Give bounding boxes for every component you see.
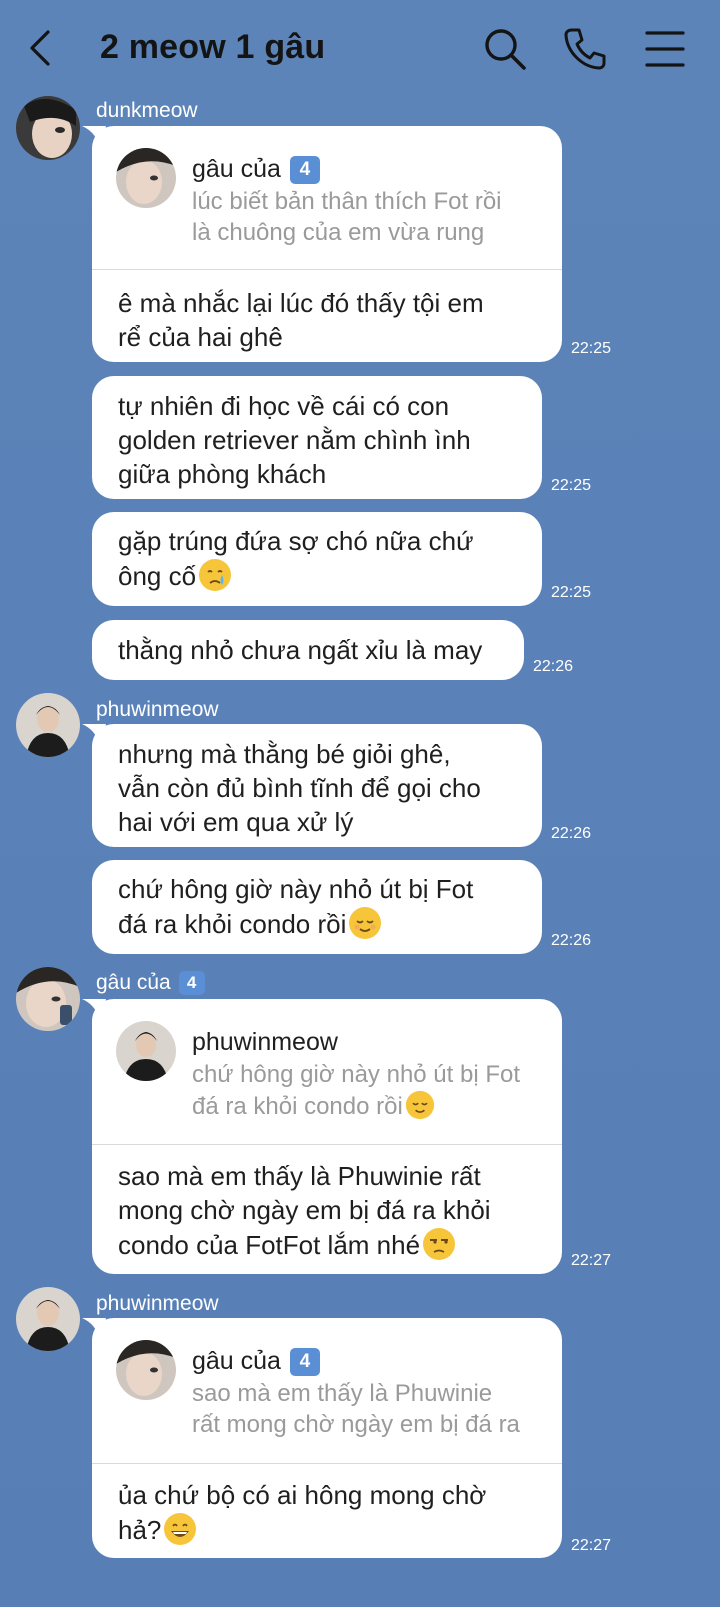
quote-sender: gâu của 4	[192, 152, 320, 186]
message-text: thằng nhỏ chưa ngất xỉu là may	[118, 635, 483, 665]
quote-text: chứ hông giờ này nhỏ út bị Fot đá ra khỏ…	[192, 1061, 521, 1120]
message-bubble[interactable]: thằng nhỏ chưa ngất xỉu là may	[92, 620, 524, 680]
avatar-phuwinmeow[interactable]	[16, 693, 80, 757]
quote-avatar	[116, 1021, 176, 1081]
grinning-face-emoji	[164, 1513, 197, 1545]
message-bubble[interactable]: gâu của 4 sao mà em thấy là Phuwinie rất…	[82, 1318, 562, 1558]
avatar-gau-cua[interactable]	[16, 967, 80, 1031]
message-time: 22:27	[571, 1252, 612, 1269]
message-bubble[interactable]: gặp trúng đứa sợ chó nữa chứ ông cố	[92, 512, 542, 606]
message-bubble[interactable]: tự nhiên đi học về cái có con golden ret…	[92, 376, 542, 499]
relieved-face-emoji	[405, 1090, 434, 1120]
message-time: 22:27	[571, 1537, 612, 1554]
chat-title: 2 meow 1 gâu	[100, 28, 326, 66]
keycap-badge: 4	[289, 1348, 320, 1376]
message-time: 22:26	[551, 932, 592, 949]
message-bubble[interactable]: chứ hông giờ này nhỏ út bị Fot đá ra khỏ…	[92, 860, 542, 954]
search-icon[interactable]	[482, 26, 528, 72]
sender-name: phuwinmeow	[96, 1292, 219, 1315]
reply-quote[interactable]: gâu của 4 sao mà em thấy là Phuwinie rất…	[92, 1318, 562, 1464]
quote-text: lúc biết bản thân thích Fot rồi là chuôn…	[192, 188, 502, 246]
quote-sender: phuwinmeow	[192, 1028, 338, 1056]
quote-text: sao mà em thấy là Phuwinie rất mong chờ …	[192, 1380, 520, 1438]
keycap-badge: 4	[178, 971, 205, 995]
message-text: ủa chứ bộ có ai hông mong chờ hả?	[118, 1480, 487, 1545]
message-text: nhưng mà thằng bé giỏi ghê, vẫn còn đủ b…	[118, 739, 481, 837]
crying-face-emoji	[199, 559, 232, 591]
message-time: 22:26	[551, 825, 592, 842]
sender-name: phuwinmeow	[96, 698, 219, 721]
avatar-dunkmeow[interactable]	[16, 96, 80, 160]
unamused-face-emoji	[423, 1228, 456, 1260]
message-text: gặp trúng đứa sợ chó nữa chứ ông cố	[118, 526, 474, 591]
quote-avatar	[116, 148, 176, 208]
phone-icon[interactable]	[562, 26, 608, 72]
chat-header: 2 meow 1 gâu	[0, 0, 720, 96]
avatar-phuwinmeow[interactable]	[16, 1287, 80, 1351]
message-time: 22:26	[533, 658, 574, 675]
keycap-badge: 4	[289, 156, 320, 184]
message-text: chứ hông giờ này nhỏ út bị Fot đá ra khỏ…	[118, 874, 474, 939]
sender-name: gâu của 4	[96, 971, 205, 995]
quote-sender: gâu của 4	[192, 1344, 320, 1378]
sender-name: dunkmeow	[96, 99, 198, 122]
message-text: ê mà nhắc lại lúc đó thấy tội em rể của …	[118, 288, 484, 352]
bubble-tail	[82, 724, 106, 746]
message-bubble[interactable]: phuwinmeow chứ hông giờ này nhỏ út bị Fo…	[82, 999, 562, 1274]
relieved-face-emoji	[349, 907, 382, 939]
menu-icon[interactable]	[642, 26, 688, 72]
message-time: 22:25	[551, 584, 592, 601]
quote-avatar	[116, 1340, 176, 1400]
message-bubble[interactable]: nhưng mà thằng bé giỏi ghê, vẫn còn đủ b…	[82, 724, 542, 847]
back-icon[interactable]	[26, 28, 56, 68]
reply-quote[interactable]: gâu của 4 lúc biết bản thân thích Fot rồ…	[92, 126, 562, 270]
reply-quote[interactable]: phuwinmeow chứ hông giờ này nhỏ út bị Fo…	[92, 999, 562, 1145]
message-text: tự nhiên đi học về cái có con golden ret…	[118, 391, 471, 489]
message-text: sao mà em thấy là Phuwinie rất mong chờ …	[118, 1161, 491, 1260]
message-time: 22:25	[571, 340, 612, 357]
message-bubble[interactable]: gâu của 4 lúc biết bản thân thích Fot rồ…	[82, 126, 562, 362]
message-time: 22:25	[551, 477, 592, 494]
